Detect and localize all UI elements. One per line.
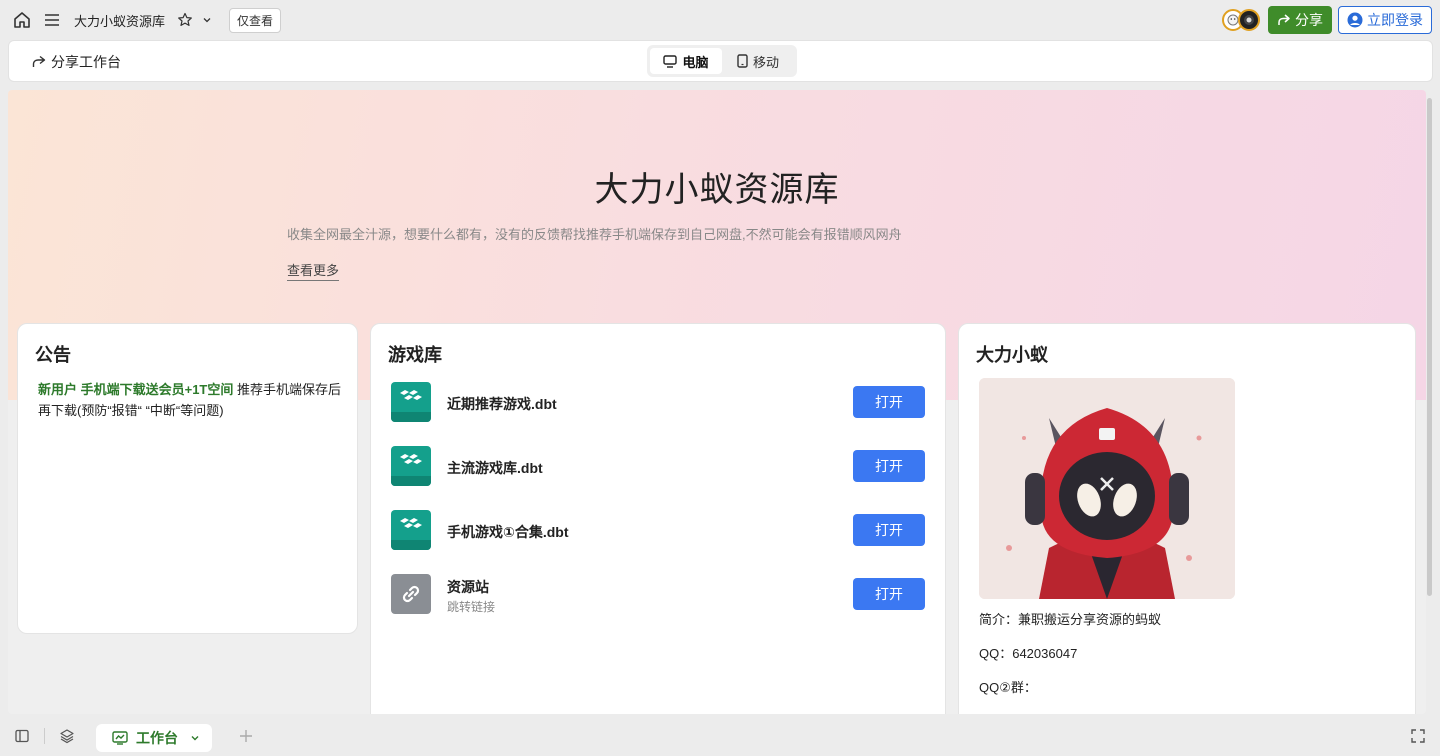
login-label: 立即登录 <box>1367 12 1423 28</box>
list-item[interactable]: 近期推荐游戏.dbt 打开 <box>391 382 925 422</box>
monitor-icon <box>663 54 678 68</box>
open-button[interactable]: 打开 <box>853 386 925 418</box>
workspace-content[interactable]: 大力小蚁资源库 收集全网最全汁源，想要什么都有，没有的反馈帮找推荐手机端保存到自… <box>8 90 1426 714</box>
share-workspace-button[interactable]: 分享工作台 <box>31 52 121 72</box>
workspace-tab-label: 工作台 <box>136 730 178 746</box>
profile-qq-group: QQ②群： <box>979 680 1037 695</box>
document-title: 大力小蚁资源库 <box>74 13 166 29</box>
item-name: 主流游戏库.dbt <box>447 460 543 476</box>
phone-icon <box>737 54 748 68</box>
profile-title: 大力小蚁 <box>976 345 1048 365</box>
open-button[interactable]: 打开 <box>853 578 925 610</box>
login-button[interactable]: 立即登录 <box>1338 6 1432 34</box>
page-description: 收集全网最全汁源，想要什么都有，没有的反馈帮找推荐手机端保存到自己网盘,不然可能… <box>287 227 902 242</box>
item-name: 近期推荐游戏.dbt <box>447 396 557 412</box>
menu-icon[interactable] <box>40 8 64 32</box>
view-only-badge: 仅查看 <box>229 7 282 33</box>
link-icon <box>391 574 431 614</box>
share-icon <box>32 55 46 67</box>
open-button[interactable]: 打开 <box>853 450 925 482</box>
tab-mobile-label: 移动 <box>752 54 779 70</box>
game-library-title: 游戏库 <box>388 345 442 365</box>
share-button[interactable]: 分享 <box>1268 6 1332 34</box>
chevron-down-icon[interactable] <box>190 733 200 743</box>
divider <box>44 728 45 744</box>
profile-card: 大力小蚁 简介：兼职搬运分享资源的蚂蚁 QQ：642036047 QQ②群： <box>958 323 1416 714</box>
notice-highlight: 新用户 手机端下载送会员+1T空间 <box>38 382 234 397</box>
chevron-down-icon[interactable] <box>199 8 215 32</box>
top-bar: 大力小蚁资源库 仅查看 分享 立即登录 <box>0 0 1440 40</box>
page-title: 大力小蚁资源库 <box>594 171 840 209</box>
sidebar-toggle-icon[interactable] <box>12 726 32 746</box>
share-label: 分享 <box>1295 12 1323 28</box>
profile-image <box>979 378 1235 599</box>
notice-card: 公告 新用户 手机端下载送会员+1T空间 推荐手机端保存后再下载(预防“报错“ … <box>17 323 358 634</box>
profile-intro: 简介：兼职搬运分享资源的蚂蚁 <box>979 612 1162 627</box>
tab-mobile[interactable]: 移动 <box>722 48 794 74</box>
item-name: 资源站 <box>447 579 489 595</box>
open-button[interactable]: 打开 <box>853 514 925 546</box>
user-icon <box>1347 12 1363 28</box>
notice-title: 公告 <box>35 345 71 365</box>
device-view-switch: 电脑 移动 <box>647 45 797 77</box>
notice-text: 新用户 手机端下载送会员+1T空间 推荐手机端保存后再下载(预防“报错“ “中断… <box>38 379 348 421</box>
tab-desktop-label: 电脑 <box>682 54 709 70</box>
collaborator-avatars[interactable] <box>1222 9 1260 31</box>
home-icon[interactable] <box>10 8 34 32</box>
file-app-icon <box>391 510 431 550</box>
list-item[interactable]: 主流游戏库.dbt 打开 <box>391 446 925 486</box>
fullscreen-icon[interactable] <box>1408 726 1428 746</box>
add-tab-icon[interactable] <box>236 726 256 746</box>
scrollbar[interactable] <box>1427 98 1432 596</box>
item-name: 手机游戏①合集.dbt <box>447 524 569 540</box>
item-subtitle: 跳转链接 <box>447 600 496 614</box>
tab-desktop[interactable]: 电脑 <box>650 48 722 74</box>
file-app-icon <box>391 446 431 486</box>
tab-workspace[interactable]: 工作台 <box>96 724 212 752</box>
layers-icon[interactable] <box>57 726 77 746</box>
file-app-icon <box>391 382 431 422</box>
bottom-bar: 工作台 <box>0 716 1440 756</box>
game-library-card: 游戏库 近期推荐游戏.dbt 打开 主流游戏库.dbt 打开 手机游戏①合集.d… <box>370 323 946 714</box>
chart-board-icon <box>112 731 128 745</box>
list-item[interactable]: 资源站 跳转链接 打开 <box>391 574 925 614</box>
see-more-link[interactable]: 查看更多 <box>287 260 340 281</box>
workspace-toolbar: 分享工作台 电脑 移动 <box>8 40 1433 82</box>
star-icon[interactable] <box>173 8 197 32</box>
profile-qq: QQ：642036047 <box>979 646 1078 661</box>
avatar[interactable] <box>1238 9 1260 31</box>
share-icon <box>1278 14 1290 25</box>
share-workspace-label: 分享工作台 <box>51 54 121 70</box>
list-item[interactable]: 手机游戏①合集.dbt 打开 <box>391 510 925 550</box>
